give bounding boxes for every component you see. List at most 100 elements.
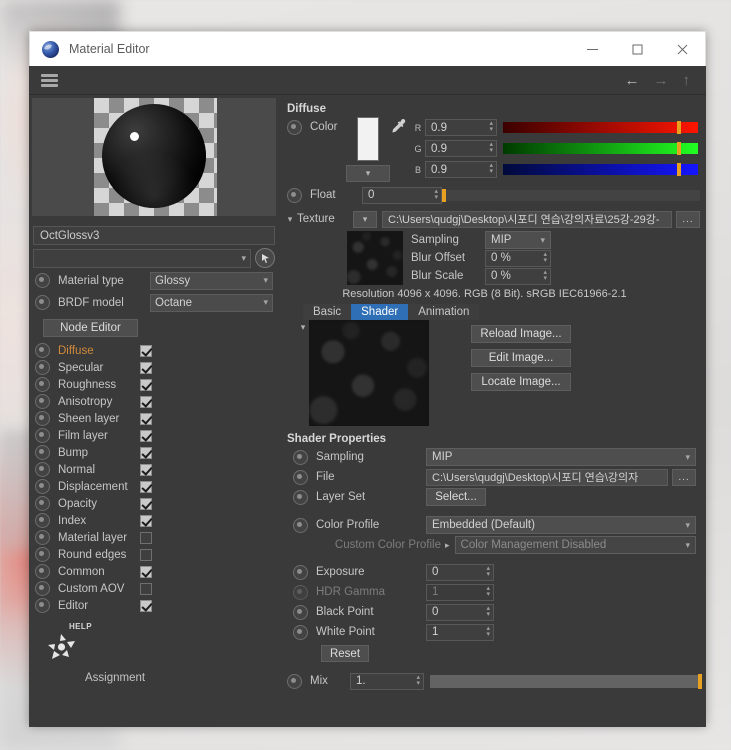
spinner-icon[interactable]: ▴ ▾ <box>486 565 490 578</box>
channel-radio[interactable] <box>35 530 50 545</box>
channel-row-roughness[interactable]: Roughness <box>29 376 279 393</box>
channel-checkbox[interactable] <box>140 446 152 459</box>
channel-checkbox[interactable] <box>140 599 152 612</box>
channel-row-bump[interactable]: Bump <box>29 444 279 461</box>
sp-exposure-radio[interactable] <box>293 564 308 580</box>
channel-checkbox[interactable] <box>140 395 152 408</box>
channel-row-anisotropy[interactable]: Anisotropy <box>29 393 279 410</box>
sp-sampling-dropdown[interactable]: MIP ▾ <box>426 448 696 466</box>
diffuse-g-input[interactable]: 0.9 ▴ ▾ <box>425 140 497 157</box>
expand-caret-icon[interactable]: ▾ <box>283 214 297 225</box>
diffuse-float-input[interactable]: 0 ▴ ▾ <box>362 186 442 204</box>
brdf-model-dropdown[interactable]: Octane ▾ <box>150 293 273 312</box>
channel-checkbox[interactable] <box>140 463 152 476</box>
channel-row-index[interactable]: Index <box>29 512 279 529</box>
tab-shader[interactable]: Shader <box>351 304 409 320</box>
channel-radio[interactable] <box>35 377 50 392</box>
mix-slider[interactable] <box>430 673 702 689</box>
diffuse-float-slider[interactable] <box>442 188 700 202</box>
color-mode-combo[interactable]: ▾ <box>346 165 390 182</box>
sp-colorprofile-row[interactable]: Color Profile Embedded (Default) ▾ <box>283 515 706 535</box>
spinner-icon[interactable]: ▴ ▾ <box>543 269 547 282</box>
sp-file-input[interactable]: C:\Users\qudgj\Desktop\시포디 연습\강의자 <box>426 468 668 486</box>
image-button-0[interactable]: Reload Image... <box>471 325 571 343</box>
eyedropper-icon[interactable] <box>387 117 409 139</box>
diffuse-float-radio[interactable] <box>287 187 302 203</box>
sp-layerset-select-button[interactable]: Select... <box>426 488 486 506</box>
channel-row-specular[interactable]: Specular <box>29 359 279 376</box>
diffuse-color-swatch[interactable] <box>357 117 379 161</box>
sp-colorprofile-radio[interactable] <box>293 517 308 533</box>
channel-row-opacity[interactable]: Opacity <box>29 495 279 512</box>
channel-radio[interactable] <box>35 564 50 579</box>
image-button-1[interactable]: Edit Image... <box>471 349 571 367</box>
sp-black-point-radio[interactable] <box>293 604 308 620</box>
diffuse-float-row[interactable]: Float 0 ▴ ▾ <box>283 185 706 205</box>
spinner-icon[interactable]: ▴ ▾ <box>416 674 420 687</box>
sp-exposure-row[interactable]: Exposure 0 ▴ ▾ <box>283 562 706 582</box>
channel-radio[interactable] <box>35 581 50 596</box>
assignment-label[interactable]: Assignment <box>85 672 279 684</box>
expand-caret-icon-2[interactable]: ▾ <box>297 320 309 426</box>
sp-layerset-row[interactable]: Layer Set Select... <box>283 487 706 507</box>
minimize-button[interactable] <box>570 32 615 66</box>
tab-animation[interactable]: Animation <box>408 304 480 320</box>
material-type-row[interactable]: Material type Glossy ▾ <box>29 271 279 290</box>
spinner-icon[interactable]: ▴ ▾ <box>486 625 490 638</box>
channel-radio[interactable] <box>35 428 50 443</box>
diffuse-r-input[interactable]: 0.9 ▴ ▾ <box>425 119 497 136</box>
channel-checkbox[interactable] <box>140 429 152 442</box>
diffuse-g-slider[interactable] <box>503 142 698 155</box>
material-type-radio[interactable] <box>35 273 50 288</box>
channel-row-custom-aov[interactable]: Custom AOV <box>29 580 279 597</box>
material-search-combo[interactable]: ▾ <box>33 248 251 268</box>
channel-row-displacement[interactable]: Displacement <box>29 478 279 495</box>
sp-white-point-radio[interactable] <box>293 624 308 640</box>
texture-browse-button[interactable]: ... <box>676 210 700 228</box>
channel-checkbox[interactable] <box>140 514 152 527</box>
channel-checkbox[interactable] <box>140 412 152 425</box>
sp-sampling-row[interactable]: Sampling MIP ▾ <box>283 447 706 467</box>
channel-radio[interactable] <box>35 445 50 460</box>
reset-button[interactable]: Reset <box>321 645 369 662</box>
sp-colorprofile-dropdown[interactable]: Embedded (Default) ▾ <box>426 516 696 534</box>
channel-checkbox[interactable] <box>140 582 152 595</box>
diffuse-color-radio[interactable] <box>287 119 302 135</box>
brdf-model-row[interactable]: BRDF model Octane ▾ <box>29 293 279 312</box>
texture-thumbnail[interactable] <box>347 231 403 285</box>
channel-row-common[interactable]: Common <box>29 563 279 580</box>
channel-radio[interactable] <box>35 394 50 409</box>
channel-row-sheen-layer[interactable]: Sheen layer <box>29 410 279 427</box>
spinner-icon[interactable]: ▴ ▾ <box>489 120 493 133</box>
sp-sampling-radio[interactable] <box>293 449 308 465</box>
channel-checkbox[interactable] <box>140 361 152 374</box>
material-name-input[interactable]: OctGlossv3 <box>33 226 275 245</box>
node-editor-button[interactable]: Node Editor <box>43 319 138 337</box>
spinner-icon[interactable]: ▴ ▾ <box>486 605 490 618</box>
channel-row-round-edges[interactable]: Round edges <box>29 546 279 563</box>
channel-radio[interactable] <box>35 513 50 528</box>
material-preview[interactable] <box>32 98 276 216</box>
spinner-icon[interactable]: ▴ ▾ <box>489 141 493 154</box>
texture-path-input[interactable]: C:\Users\qudgj\Desktop\시포디 연습\강의자료\25강-2… <box>382 210 672 228</box>
channel-checkbox[interactable] <box>140 548 152 561</box>
sp-black-point-row[interactable]: Black Point 0 ▴ ▾ <box>283 602 706 622</box>
material-type-dropdown[interactable]: Glossy ▾ <box>150 271 273 290</box>
channel-checkbox[interactable] <box>140 344 152 357</box>
texture-type-combo[interactable]: ▾ <box>353 210 377 228</box>
sp-file-row[interactable]: File C:\Users\qudgj\Desktop\시포디 연습\강의자 .… <box>283 467 706 487</box>
channel-radio[interactable] <box>35 411 50 426</box>
texture-field-input[interactable]: 0 % ▴ ▾ <box>485 249 551 267</box>
texture-sampling-dropdown[interactable]: MIP ▾ <box>485 231 551 249</box>
channel-radio[interactable] <box>35 462 50 477</box>
shader-preview-thumbnail[interactable] <box>309 320 429 426</box>
help-block[interactable]: HELP <box>47 622 279 666</box>
mix-row[interactable]: Mix 1. ▴ ▾ <box>283 671 706 691</box>
channel-checkbox[interactable] <box>140 497 152 510</box>
up-arrow-icon[interactable]: ↑ <box>683 73 691 88</box>
channel-row-normal[interactable]: Normal <box>29 461 279 478</box>
sp-file-browse-button[interactable]: ... <box>672 468 696 486</box>
maximize-button[interactable] <box>615 32 660 66</box>
spinner-icon[interactable]: ▴ ▾ <box>543 251 547 264</box>
sp-exposure-input[interactable]: 0 ▴ ▾ <box>426 563 494 581</box>
